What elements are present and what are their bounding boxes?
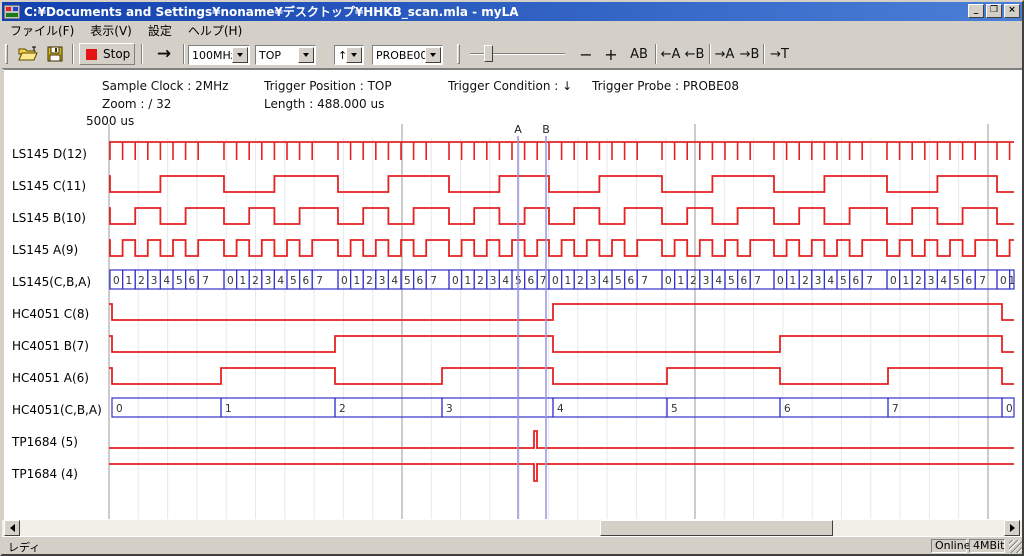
- set-marker-b-button[interactable]: →B: [738, 43, 761, 65]
- channel-label-6: HC4051 B(7): [12, 339, 89, 353]
- toolbar-separator: [72, 44, 74, 64]
- trigger-probe-select[interactable]: PROBE00: [372, 45, 443, 65]
- goto-marker-a-button[interactable]: ←A: [659, 43, 682, 65]
- channel-label-8: HC4051(C,B,A): [12, 403, 102, 417]
- menu-file[interactable]: ファイル(F): [2, 21, 82, 40]
- stop-label: Stop: [103, 47, 130, 61]
- dropdown-button[interactable]: [346, 47, 362, 63]
- save-button[interactable]: [42, 43, 68, 65]
- chevron-down-icon: [237, 53, 243, 57]
- zoom-slider-handle[interactable]: [484, 45, 493, 62]
- channel-label-5: HC4051 C(8): [12, 307, 89, 321]
- close-button[interactable]: ×: [1004, 4, 1020, 18]
- dropdown-button[interactable]: [298, 47, 314, 63]
- status-memory: 4MBit: [969, 539, 1005, 553]
- trigger-edge-value: ↑: [335, 49, 346, 62]
- trigger-position-info: Trigger Position : TOP: [264, 79, 392, 93]
- trigger-probe-info: Trigger Probe : PROBE08: [592, 79, 739, 93]
- channel-label-0: LS145 D(12): [12, 147, 87, 161]
- trigger-position-value: TOP: [256, 49, 298, 62]
- horizontal-scrollbar[interactable]: [2, 520, 1022, 536]
- trigger-edge-select[interactable]: ↑: [334, 45, 364, 65]
- triangle-left-icon: [10, 524, 15, 532]
- status-bar: レディ Online 4MBit: [2, 536, 1022, 554]
- sample-clock-select[interactable]: 100MHz: [188, 45, 250, 65]
- window-title: C:¥Documents and Settings¥noname¥デスクトップ¥…: [24, 3, 519, 20]
- trigger-probe-value: PROBE00: [373, 49, 425, 62]
- chevron-down-icon: [303, 53, 309, 57]
- maximize-button[interactable]: ❐: [986, 4, 1002, 18]
- status-online: Online: [931, 539, 967, 553]
- channel-label-10: TP1684 (4): [12, 467, 78, 481]
- zoom-info: Zoom : / 32: [102, 97, 171, 111]
- channel-label-4: LS145(C,B,A): [12, 275, 91, 289]
- stop-icon: [86, 49, 97, 60]
- run-arrow-icon: →: [157, 44, 171, 64]
- minimize-button[interactable]: _: [968, 4, 984, 18]
- scroll-right-button[interactable]: [1004, 520, 1020, 536]
- sample-clock-info: Sample Clock : 2MHz: [102, 79, 228, 93]
- toolbar-grip: [5, 44, 8, 64]
- goto-trigger-button[interactable]: →T: [768, 43, 791, 65]
- chevron-down-icon: [430, 53, 436, 57]
- title-bar: C:¥Documents and Settings¥noname¥デスクトップ¥…: [2, 2, 1022, 21]
- channel-label-9: TP1684 (5): [12, 435, 78, 449]
- toolbar-separator: [183, 44, 185, 64]
- toolbar-separator: [763, 44, 765, 64]
- channel-label-3: LS145 A(9): [12, 243, 78, 257]
- trigger-condition-info: Trigger Condition : ↓: [448, 79, 572, 93]
- zoom-out-button[interactable]: −: [576, 43, 596, 65]
- menu-bar: ファイル(F) 表示(V) 設定 ヘルプ(H): [2, 21, 1022, 40]
- goto-marker-b-button[interactable]: ←B: [683, 43, 706, 65]
- toolbar-separator: [141, 44, 143, 64]
- stop-button[interactable]: Stop: [79, 43, 135, 65]
- toolbar-grip: [457, 44, 460, 64]
- toolbar-separator: [709, 44, 711, 64]
- sample-clock-value: 100MHz: [189, 49, 232, 62]
- app-window: C:¥Documents and Settings¥noname¥デスクトップ¥…: [0, 0, 1024, 556]
- channel-label-7: HC4051 A(6): [12, 371, 89, 385]
- dropdown-button[interactable]: [232, 47, 248, 63]
- menu-help[interactable]: ヘルプ(H): [180, 21, 250, 40]
- channel-label-1: LS145 C(11): [12, 179, 86, 193]
- menu-settings[interactable]: 設定: [140, 21, 180, 40]
- time-division-label: 5000 us: [86, 114, 134, 128]
- chevron-down-icon: [351, 53, 357, 57]
- set-marker-a-button[interactable]: →A: [713, 43, 736, 65]
- status-ready: レディ: [8, 539, 40, 555]
- triangle-right-icon: [1010, 524, 1015, 532]
- open-folder-icon: [18, 46, 38, 62]
- app-icon: [4, 5, 20, 19]
- open-file-button[interactable]: [14, 43, 42, 65]
- run-button[interactable]: →: [148, 43, 180, 65]
- ab-button[interactable]: AB: [626, 43, 652, 65]
- dropdown-button[interactable]: [425, 47, 441, 63]
- floppy-disk-icon: [47, 46, 63, 62]
- toolbar-separator: [655, 44, 657, 64]
- channel-label-2: LS145 B(10): [12, 211, 86, 225]
- scroll-left-button[interactable]: [4, 520, 20, 536]
- menu-view[interactable]: 表示(V): [82, 21, 140, 40]
- trigger-position-select[interactable]: TOP: [255, 45, 316, 65]
- zoom-in-button[interactable]: +: [601, 43, 621, 65]
- resize-grip[interactable]: [1009, 540, 1022, 553]
- length-info: Length : 488.000 us: [264, 97, 384, 111]
- waveform-client-area: [4, 69, 1022, 520]
- scrollbar-thumb[interactable]: [600, 520, 833, 536]
